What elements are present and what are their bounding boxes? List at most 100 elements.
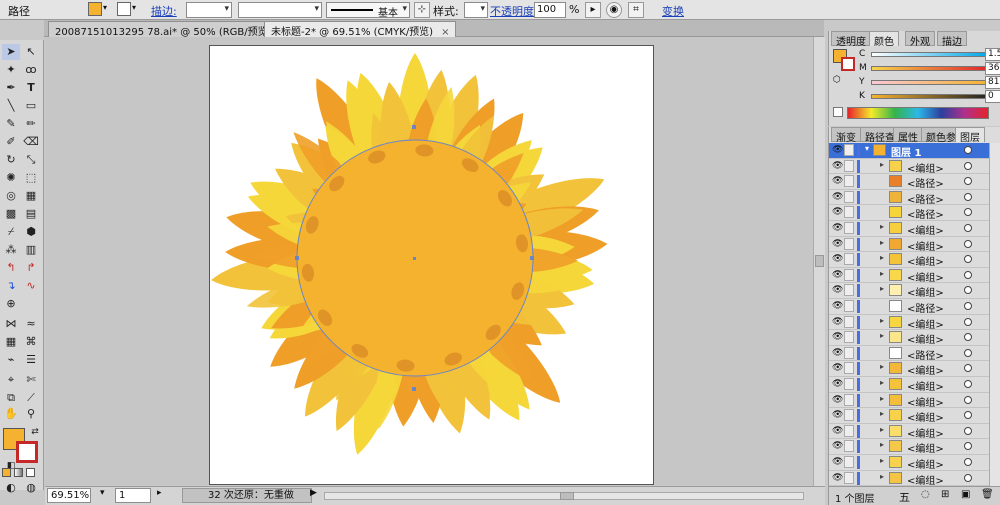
- locate-object-icon[interactable]: 五: [899, 489, 910, 505]
- target-circle-icon[interactable]: [964, 458, 972, 466]
- collapse-arrow-icon[interactable]: ▸: [880, 425, 884, 434]
- yellow-slider[interactable]: [871, 80, 989, 85]
- collapse-arrow-icon[interactable]: ▸: [880, 362, 884, 371]
- new-sublayer-icon[interactable]: ⊞: [941, 489, 949, 500]
- visibility-eye-icon[interactable]: 👁: [832, 441, 843, 451]
- column-graph-tool-icon[interactable]: ▥: [22, 242, 40, 258]
- fill-swatch[interactable]: [88, 2, 102, 16]
- black-slider[interactable]: [871, 94, 989, 99]
- collapse-arrow-icon[interactable]: ▸: [880, 284, 884, 293]
- new-layer-icon[interactable]: ▣: [961, 489, 970, 500]
- visibility-eye-icon[interactable]: 👁: [832, 192, 843, 202]
- lock-toggle[interactable]: [844, 331, 854, 344]
- target-circle-icon[interactable]: [964, 239, 972, 248]
- layer-row[interactable]: 👁 ▸ <编组>: [829, 330, 989, 346]
- blob-brush-tool-icon[interactable]: ✐: [2, 134, 20, 150]
- cyan-value[interactable]: 1.56: [985, 48, 1000, 61]
- layer-row[interactable]: 👁 ▸ <编组>: [829, 455, 989, 471]
- blend-tool-icon[interactable]: ⬢: [22, 224, 40, 240]
- lock-toggle[interactable]: [844, 300, 854, 312]
- visibility-eye-icon[interactable]: 👁: [832, 301, 843, 311]
- visibility-eye-icon[interactable]: 👁: [832, 161, 843, 171]
- anchor-point-left[interactable]: [295, 256, 299, 260]
- target-circle-icon[interactable]: [964, 146, 972, 154]
- zoom-dropdown-icon[interactable]: ▾: [100, 488, 105, 498]
- slice-tool-icon[interactable]: ⊕: [2, 296, 20, 312]
- artboard[interactable]: [209, 45, 654, 485]
- layer-row[interactable]: 👁 ▸ <编组>: [829, 252, 989, 268]
- black-value[interactable]: 0: [985, 90, 1000, 103]
- anchor-point-tool-icon[interactable]: ↰: [2, 260, 20, 276]
- visibility-eye-icon[interactable]: 👁: [832, 410, 843, 420]
- target-circle-icon[interactable]: [964, 286, 972, 295]
- layer-row[interactable]: 👁 ▸ <编组>: [829, 361, 989, 377]
- lock-toggle[interactable]: [844, 393, 854, 406]
- smooth-tool-icon[interactable]: ∿: [22, 278, 40, 294]
- lock-toggle[interactable]: [844, 315, 854, 328]
- expand-arrow-icon[interactable]: ▾: [865, 144, 869, 153]
- collapse-arrow-icon[interactable]: ▸: [880, 456, 884, 465]
- anchor-point-right[interactable]: [530, 256, 534, 260]
- collapse-arrow-icon[interactable]: ▸: [880, 378, 884, 387]
- symbol-sprayer-tool-icon[interactable]: ⁂: [2, 242, 20, 258]
- lock-toggle[interactable]: [844, 284, 854, 297]
- wave-tool-icon[interactable]: ≈: [22, 316, 40, 332]
- lock-toggle[interactable]: [844, 144, 854, 156]
- convert-anchor-tool-icon[interactable]: ↱: [22, 260, 40, 276]
- transform-link[interactable]: 变换: [662, 3, 684, 19]
- lock-toggle[interactable]: [844, 409, 854, 422]
- lock-toggle[interactable]: [844, 206, 854, 219]
- layer-row[interactable]: 👁 ▸ <编组>: [829, 393, 989, 409]
- vertical-scrollbar[interactable]: [813, 37, 825, 487]
- brush-definition-dropdown[interactable]: 基本 ▾: [326, 2, 410, 19]
- status-menu-icon[interactable]: ▶: [310, 488, 317, 498]
- target-circle-icon[interactable]: [964, 333, 972, 342]
- cyan-slider[interactable]: [871, 52, 989, 57]
- gradient-mode-icon[interactable]: [14, 468, 23, 477]
- recolor-artwork-icon[interactable]: ◉: [606, 2, 622, 18]
- eraser-tool-icon[interactable]: ⌫: [22, 134, 40, 150]
- lock-toggle[interactable]: [844, 159, 854, 172]
- visibility-eye-icon[interactable]: 👁: [832, 176, 843, 186]
- opacity-label-link[interactable]: 不透明度:: [490, 3, 538, 19]
- layers-scrollbar[interactable]: [989, 143, 1000, 486]
- style-dropdown[interactable]: ▾: [464, 2, 488, 18]
- visibility-eye-icon[interactable]: 👁: [832, 379, 843, 389]
- collapse-arrow-icon[interactable]: ▸: [880, 394, 884, 403]
- lock-toggle[interactable]: [844, 456, 854, 468]
- visibility-eye-icon[interactable]: 👁: [832, 239, 843, 249]
- visibility-eye-icon[interactable]: 👁: [832, 363, 843, 373]
- tab-layers[interactable]: 图层: [955, 127, 985, 144]
- shape-builder-tool-icon[interactable]: ◎: [2, 188, 20, 204]
- target-circle-icon[interactable]: [964, 208, 972, 217]
- lock-toggle[interactable]: [844, 175, 854, 188]
- line-tool-icon[interactable]: ╲: [2, 98, 20, 114]
- visibility-eye-icon[interactable]: 👁: [832, 395, 843, 405]
- opacity-menu-icon[interactable]: ▸: [585, 2, 601, 18]
- target-circle-icon[interactable]: [964, 317, 972, 326]
- collapse-arrow-icon[interactable]: ▸: [880, 316, 884, 325]
- selection-tool-icon[interactable]: ➤: [2, 44, 20, 60]
- tab-appearance[interactable]: 外观: [905, 31, 935, 48]
- lock-toggle[interactable]: [844, 440, 854, 453]
- scroll-thumb[interactable]: [815, 255, 824, 267]
- layer-row[interactable]: 👁 ▸ <编组>: [829, 221, 989, 237]
- visibility-eye-icon[interactable]: 👁: [832, 207, 843, 217]
- lock-toggle[interactable]: [844, 362, 854, 375]
- none-mode-icon[interactable]: [26, 468, 35, 477]
- layer-row[interactable]: 👁 ▸ <编组>: [829, 471, 989, 486]
- stroke-swatch[interactable]: [117, 2, 131, 16]
- visibility-eye-icon[interactable]: 👁: [832, 270, 843, 280]
- layer-row[interactable]: 👁 ▾ 图层 1: [829, 143, 989, 159]
- visibility-eye-icon[interactable]: 👁: [832, 285, 843, 295]
- magic-wand-tool-icon[interactable]: ✦: [2, 62, 20, 78]
- fill-dropdown-icon[interactable]: ▾: [103, 3, 107, 12]
- doc-tab-2[interactable]: 未标题-2* @ 69.51% (CMYK/预览) ×: [264, 21, 457, 38]
- layer-row[interactable]: 👁 ▸ <编组>: [829, 159, 989, 175]
- pencil-tool-icon[interactable]: ✏: [22, 116, 40, 132]
- warp-tool-icon[interactable]: ✺: [2, 170, 20, 186]
- visibility-eye-icon[interactable]: 👁: [832, 348, 843, 358]
- doc-tab-1[interactable]: 20087151013295 78.ai* @ 50% (RGB/预览)×: [48, 21, 295, 38]
- screen-mode-icon[interactable]: ◍: [22, 480, 40, 496]
- target-circle-icon[interactable]: [964, 302, 972, 310]
